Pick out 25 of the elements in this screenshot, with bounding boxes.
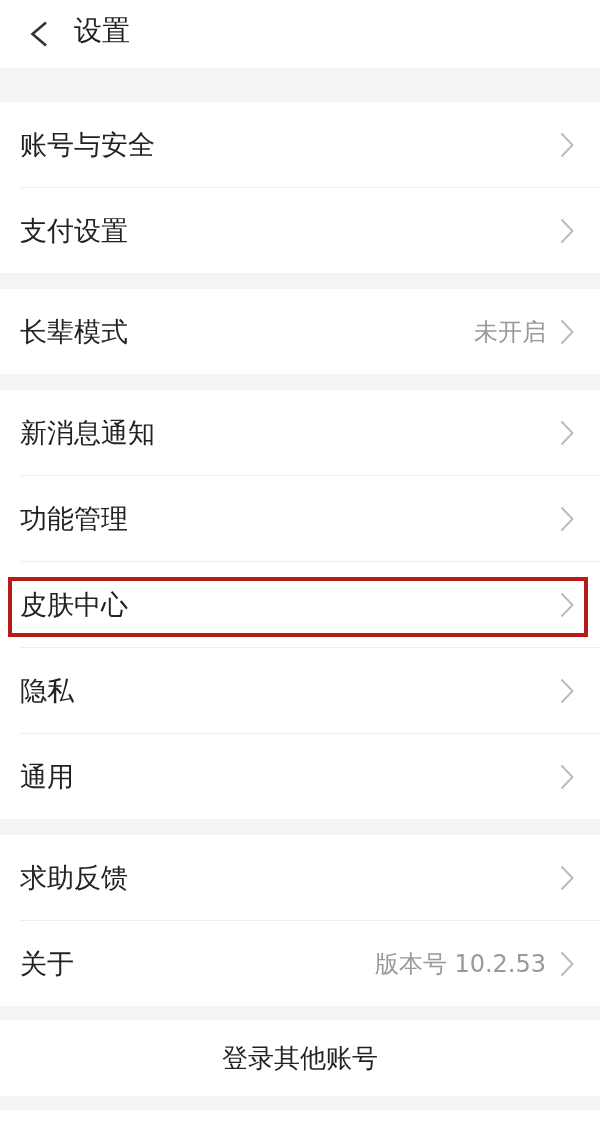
login-other-account-button[interactable]: 登录其他账号 <box>0 1020 600 1096</box>
row-value: 未开启 <box>474 316 546 348</box>
settings-row[interactable]: 新消息通知 <box>20 390 600 476</box>
page-title: 设置 <box>74 14 130 50</box>
chevron-right-icon <box>560 217 574 244</box>
chevron-left-icon <box>30 21 48 47</box>
settings-row[interactable]: 账号与安全 <box>20 102 600 188</box>
settings-row[interactable]: 关于 版本号 10.2.53 <box>20 921 600 1006</box>
settings-row[interactable]: 功能管理 <box>20 476 600 562</box>
chevron-right-icon <box>560 950 574 977</box>
settings-row[interactable]: 皮肤中心 <box>20 562 600 648</box>
chevron-right-icon <box>560 677 574 704</box>
chevron-right-icon <box>560 318 574 345</box>
settings-row[interactable]: 隐私 <box>20 648 600 734</box>
chevron-right-icon <box>560 419 574 446</box>
chevron-right-icon <box>560 591 574 618</box>
settings-row[interactable]: 求助反馈 <box>20 835 600 921</box>
chevron-right-icon <box>560 505 574 532</box>
chevron-right-icon <box>560 763 574 790</box>
settings-row[interactable]: 通用 <box>20 734 600 819</box>
chevron-right-icon <box>560 864 574 891</box>
settings-row[interactable]: 支付设置 <box>20 188 600 273</box>
settings-row[interactable]: 长辈模式 未开启 <box>20 289 600 374</box>
chevron-right-icon <box>560 131 574 158</box>
row-value: 版本号 10.2.53 <box>374 948 546 980</box>
